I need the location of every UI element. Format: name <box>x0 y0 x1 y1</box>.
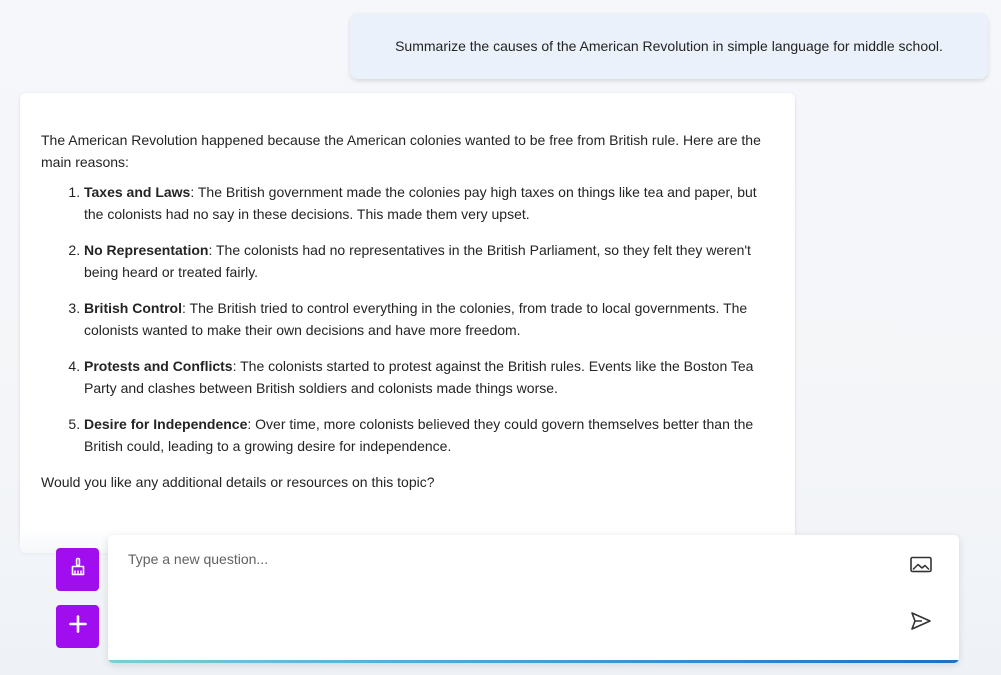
plus-icon <box>68 614 88 639</box>
user-message-text: Summarize the causes of the American Rev… <box>395 38 943 54</box>
reason-title: Protests and Conflicts <box>84 358 233 374</box>
composer <box>108 535 959 663</box>
reason-title: Desire for Independence <box>84 416 248 432</box>
clear-chat-button[interactable] <box>56 548 99 591</box>
list-item: British Control: The British tried to co… <box>84 297 775 341</box>
list-item: Taxes and Laws: The British government m… <box>84 181 775 225</box>
reasons-list: Taxes and Laws: The British government m… <box>41 181 775 457</box>
chat-page: Summarize the causes of the American Rev… <box>0 0 1001 675</box>
reason-title: British Control <box>84 300 182 316</box>
question-input[interactable] <box>128 551 888 641</box>
list-item: Protests and Conflicts: The colonists st… <box>84 355 775 399</box>
add-button[interactable] <box>56 605 99 648</box>
broom-icon <box>68 557 88 582</box>
send-button[interactable] <box>908 610 934 636</box>
send-icon <box>910 611 932 636</box>
assistant-closing: Would you like any additional details or… <box>41 474 435 490</box>
reason-title: No Representation <box>84 242 209 258</box>
user-message-bubble: Summarize the causes of the American Rev… <box>350 13 988 79</box>
reason-text: : The British tried to control everythin… <box>84 300 748 338</box>
list-item: No Representation: The colonists had no … <box>84 239 775 283</box>
composer-focus-underline <box>108 660 959 663</box>
list-item: Desire for Independence: Over time, more… <box>84 413 775 457</box>
assistant-message-card: The American Revolution happened because… <box>20 93 795 553</box>
reason-title: Taxes and Laws <box>84 184 191 200</box>
image-icon <box>909 555 933 580</box>
assistant-intro: The American Revolution happened because… <box>41 132 761 170</box>
attach-image-button[interactable] <box>908 554 934 580</box>
